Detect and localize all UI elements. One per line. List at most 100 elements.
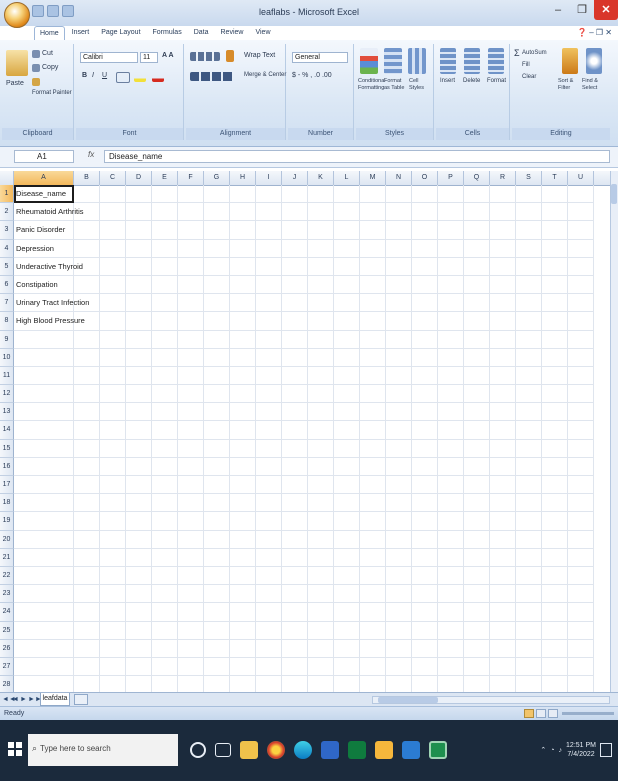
cell-S4[interactable]	[516, 239, 542, 258]
autosum-icon[interactable]: Σ	[514, 48, 520, 58]
cell-G11[interactable]	[204, 366, 230, 386]
store-icon[interactable]	[321, 741, 339, 759]
cell-A4[interactable]: Depression	[14, 239, 74, 258]
cell-U26[interactable]	[568, 639, 594, 658]
help-icon[interactable]: ❓ – ❐ ✕	[577, 28, 612, 37]
cell-G22[interactable]	[204, 566, 230, 586]
cell-Q15[interactable]	[464, 439, 490, 458]
first-sheet-button[interactable]: ◄◄	[2, 695, 16, 704]
column-header[interactable]: O	[412, 171, 438, 185]
cell-D10[interactable]	[126, 348, 152, 367]
cell-E23[interactable]	[152, 585, 178, 604]
cell-E2[interactable]	[152, 203, 178, 222]
select-all-corner[interactable]	[0, 171, 14, 185]
cell-N11[interactable]	[386, 366, 412, 386]
row-header[interactable]: 19	[0, 512, 14, 531]
cell-S18[interactable]	[516, 494, 542, 513]
column-header[interactable]: K	[308, 171, 334, 185]
cell-D16[interactable]	[126, 457, 152, 476]
cell-S1[interactable]	[516, 185, 542, 204]
cell-F14[interactable]	[178, 421, 204, 440]
cell-N26[interactable]	[386, 639, 412, 658]
cell-H17[interactable]	[230, 476, 256, 495]
cell-B15[interactable]	[74, 439, 100, 458]
cell-O7[interactable]	[412, 294, 438, 313]
cell-Q2[interactable]	[464, 203, 490, 222]
cell-S17[interactable]	[516, 476, 542, 495]
restore-button[interactable]: ❐	[570, 0, 594, 20]
cell-G20[interactable]	[204, 530, 230, 549]
cell-H8[interactable]	[230, 312, 256, 331]
cell-S27[interactable]	[516, 657, 542, 677]
column-header[interactable]: F	[178, 171, 204, 185]
cell-N19[interactable]	[386, 512, 412, 531]
cell-T10[interactable]	[542, 348, 568, 367]
cell-G5[interactable]	[204, 257, 230, 276]
cell-B23[interactable]	[74, 585, 100, 604]
cell-I17[interactable]	[256, 476, 282, 495]
underline-button[interactable]: U	[102, 72, 107, 79]
cell-P22[interactable]	[438, 566, 464, 586]
cell-E5[interactable]	[152, 257, 178, 276]
cell-P2[interactable]	[438, 203, 464, 222]
cell-F4[interactable]	[178, 239, 204, 258]
cell-J13[interactable]	[282, 403, 308, 422]
cell-A3[interactable]: Panic Disorder	[14, 221, 74, 240]
cell-O3[interactable]	[412, 221, 438, 240]
cell-G13[interactable]	[204, 403, 230, 422]
cell-K23[interactable]	[308, 585, 334, 604]
cell-J15[interactable]	[282, 439, 308, 458]
cell-M14[interactable]	[360, 421, 386, 440]
cell-A13[interactable]	[14, 403, 74, 422]
cell-U19[interactable]	[568, 512, 594, 531]
cell-L5[interactable]	[334, 257, 360, 276]
cell-N13[interactable]	[386, 403, 412, 422]
tab-view[interactable]: View	[250, 26, 275, 40]
cell-P6[interactable]	[438, 275, 464, 295]
cell-O6[interactable]	[412, 275, 438, 295]
cell-E10[interactable]	[152, 348, 178, 367]
cell-G24[interactable]	[204, 603, 230, 622]
cell-A27[interactable]	[14, 657, 74, 677]
format-as-table-icon[interactable]	[384, 48, 402, 74]
cell-G8[interactable]	[204, 312, 230, 331]
cell-I26[interactable]	[256, 639, 282, 658]
tab-formulas[interactable]: Formulas	[148, 26, 187, 40]
cell-Q14[interactable]	[464, 421, 490, 440]
cell-O20[interactable]	[412, 530, 438, 549]
cell-A25[interactable]	[14, 621, 74, 640]
row-header[interactable]: 18	[0, 494, 14, 513]
column-header[interactable]: B	[74, 171, 100, 185]
cell-T21[interactable]	[542, 548, 568, 567]
cell-R25[interactable]	[490, 621, 516, 640]
cell-N8[interactable]	[386, 312, 412, 331]
cell-I9[interactable]	[256, 330, 282, 349]
cell-H10[interactable]	[230, 348, 256, 367]
cell-N18[interactable]	[386, 494, 412, 513]
cortana-icon[interactable]	[190, 742, 206, 758]
cell-L6[interactable]	[334, 275, 360, 295]
cell-K15[interactable]	[308, 439, 334, 458]
cell-Q21[interactable]	[464, 548, 490, 567]
cell-J24[interactable]	[282, 603, 308, 622]
cell-L2[interactable]	[334, 203, 360, 222]
cell-J4[interactable]	[282, 239, 308, 258]
cell-L10[interactable]	[334, 348, 360, 367]
cell-U7[interactable]	[568, 294, 594, 313]
cell-H4[interactable]	[230, 239, 256, 258]
cell-S11[interactable]	[516, 366, 542, 386]
cell-P24[interactable]	[438, 603, 464, 622]
row-header[interactable]: 25	[0, 621, 14, 640]
cell-Q26[interactable]	[464, 639, 490, 658]
cell-D2[interactable]	[126, 203, 152, 222]
cell-E9[interactable]	[152, 330, 178, 349]
cell-D13[interactable]	[126, 403, 152, 422]
cell-F20[interactable]	[178, 530, 204, 549]
cell-J11[interactable]	[282, 366, 308, 386]
cell-Q16[interactable]	[464, 457, 490, 476]
cell-O21[interactable]	[412, 548, 438, 567]
column-header[interactable]: T	[542, 171, 568, 185]
cell-O17[interactable]	[412, 476, 438, 495]
row-header[interactable]: 14	[0, 421, 14, 440]
align-top-icons[interactable]	[190, 52, 220, 61]
